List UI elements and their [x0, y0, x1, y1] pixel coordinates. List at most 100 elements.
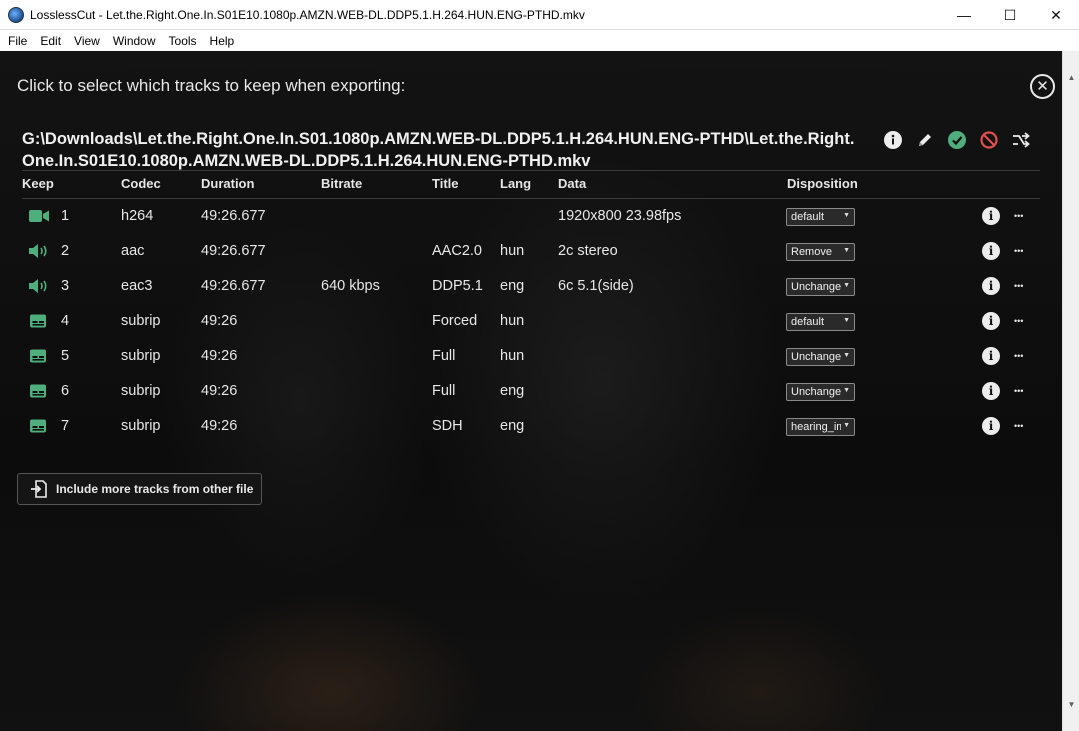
- track-info-icon[interactable]: i: [982, 277, 1000, 295]
- menu-window[interactable]: Window: [105, 34, 161, 48]
- subtitles-icon[interactable]: [28, 348, 50, 364]
- track-codec: aac: [121, 243, 145, 259]
- scroll-up-arrow-icon[interactable]: ▲: [1063, 69, 1079, 86]
- track-title: Full: [432, 383, 456, 399]
- window-controls: — ☐ ✕: [941, 0, 1079, 30]
- column-title: Title: [432, 176, 459, 191]
- video-camera-icon[interactable]: [28, 208, 50, 224]
- more-options-icon[interactable]: •••: [1014, 421, 1023, 431]
- chevron-down-icon: ▼: [843, 387, 850, 394]
- track-row[interactable]: 1 h264 49:26.677 1920x800 23.98fps default ▼ i…: [0, 199, 1062, 234]
- column-data: Data: [558, 176, 587, 191]
- track-lang: eng: [500, 278, 525, 294]
- track-info-icon[interactable]: i: [982, 347, 1000, 365]
- info-icon[interactable]: [884, 131, 902, 149]
- track-number: 3: [61, 278, 70, 294]
- menu-tools[interactable]: Tools: [161, 34, 202, 48]
- speaker-icon[interactable]: [28, 243, 50, 259]
- more-options-icon[interactable]: •••: [1014, 351, 1023, 361]
- disposition-select[interactable]: Remove ▼: [786, 243, 855, 261]
- subtitles-icon[interactable]: [28, 418, 50, 434]
- column-codec: Codec: [121, 176, 161, 191]
- track-info-icon[interactable]: i: [982, 312, 1000, 330]
- speaker-icon[interactable]: [28, 278, 50, 294]
- more-options-icon[interactable]: •••: [1014, 386, 1023, 396]
- disposition-value: Unchanged: [791, 281, 841, 293]
- column-duration: Duration: [201, 176, 255, 191]
- track-title: AAC2.0: [432, 243, 482, 259]
- menu-view[interactable]: View: [66, 34, 105, 48]
- close-window-button[interactable]: ✕: [1033, 0, 1079, 30]
- track-row[interactable]: 4 subrip 49:26 Forced hun default ▼ i •••: [0, 304, 1062, 339]
- edit-pencil-icon[interactable]: [916, 131, 934, 149]
- chevron-down-icon: ▼: [843, 212, 850, 219]
- menu-file[interactable]: File: [0, 34, 32, 48]
- track-number: 6: [61, 383, 70, 399]
- minimize-button[interactable]: —: [941, 0, 987, 30]
- file-actions: [884, 131, 1030, 149]
- more-options-icon[interactable]: •••: [1014, 316, 1023, 326]
- track-lang: hun: [500, 348, 525, 364]
- track-info-icon[interactable]: i: [982, 382, 1000, 400]
- track-row[interactable]: 7 subrip 49:26 SDH eng hearing_impaired▼ i •••: [0, 409, 1062, 444]
- track-row[interactable]: 5 subrip 49:26 Full hun Unchanged▼ i •••: [0, 339, 1062, 374]
- track-codec: subrip: [121, 348, 161, 364]
- chevron-down-icon: ▼: [843, 422, 850, 429]
- window-title: LosslessCut - Let.the.Right.One.In.S01E1…: [30, 7, 585, 22]
- track-duration: 49:26: [201, 313, 238, 329]
- track-lang: eng: [500, 383, 525, 399]
- disposition-select[interactable]: Unchanged▼: [786, 348, 855, 366]
- more-options-icon[interactable]: •••: [1014, 246, 1023, 256]
- track-duration: 49:26.677: [201, 243, 266, 259]
- track-row[interactable]: 2 aac 49:26.677 AAC2.0 hun 2c stereo Remove ▼ i •…: [0, 234, 1062, 269]
- track-duration: 49:26.677: [201, 208, 266, 224]
- scroll-down-arrow-icon[interactable]: ▼: [1063, 696, 1079, 713]
- menu-help[interactable]: Help: [202, 34, 240, 48]
- track-row[interactable]: 6 subrip 49:26 Full eng Unchanged▼ i •••: [0, 374, 1062, 409]
- track-codec: eac3: [121, 278, 153, 294]
- subtitles-icon[interactable]: [28, 383, 50, 399]
- disposition-select[interactable]: default ▼: [786, 313, 855, 331]
- column-bitrate: Bitrate: [321, 176, 363, 191]
- track-data: 2c stereo: [558, 243, 618, 259]
- track-codec: h264: [121, 208, 154, 224]
- include-more-tracks-button[interactable]: Include more tracks from other file: [17, 473, 262, 505]
- disposition-select[interactable]: hearing_impaired▼: [786, 418, 855, 436]
- menu-edit[interactable]: Edit: [32, 34, 66, 48]
- track-duration: 49:26.677: [201, 278, 266, 294]
- disposition-select[interactable]: default ▼: [786, 208, 855, 226]
- chevron-down-icon: ▼: [843, 247, 850, 254]
- track-duration: 49:26: [201, 383, 238, 399]
- header-divider-top: [22, 170, 1040, 171]
- track-title: Full: [432, 348, 456, 364]
- track-info-icon[interactable]: i: [982, 417, 1000, 435]
- close-dialog-button[interactable]: ✕: [1030, 74, 1055, 99]
- track-info-icon[interactable]: i: [982, 207, 1000, 225]
- file-path: G:\Downloads\Let.the.Right.One.In.S01.10…: [22, 130, 855, 170]
- track-row[interactable]: 3 eac3 49:26.677 640 kbps DDP5.1 eng 6c 5.1(si…: [0, 269, 1062, 304]
- disposition-value: Remove: [791, 246, 832, 258]
- disposition-value: Unchanged: [791, 386, 841, 398]
- disposition-value: default: [791, 211, 825, 223]
- track-codec: subrip: [121, 313, 161, 329]
- chevron-down-icon: ▼: [843, 282, 850, 289]
- check-circle-icon[interactable]: [948, 131, 966, 149]
- more-options-icon[interactable]: •••: [1014, 281, 1023, 291]
- track-data: 1920x800 23.98fps: [558, 208, 682, 224]
- track-title: DDP5.1: [432, 278, 483, 294]
- vertical-scrollbar[interactable]: ▲ ▼: [1062, 51, 1079, 731]
- column-lang: Lang: [500, 176, 532, 191]
- track-info-icon[interactable]: i: [982, 242, 1000, 260]
- maximize-button[interactable]: ☐: [987, 0, 1033, 30]
- disposition-select[interactable]: Unchanged▼: [786, 278, 855, 296]
- shuffle-icon[interactable]: [1012, 131, 1030, 149]
- more-options-icon[interactable]: •••: [1014, 211, 1023, 221]
- include-more-tracks-label: Include more tracks from other file: [56, 482, 254, 496]
- subtitles-icon[interactable]: [28, 313, 50, 329]
- track-number: 1: [61, 208, 70, 224]
- track-number: 7: [61, 418, 70, 434]
- ban-icon[interactable]: [980, 131, 998, 149]
- disposition-select[interactable]: Unchanged▼: [786, 383, 855, 401]
- disposition-value: Unchanged: [791, 351, 841, 363]
- column-disposition: Disposition: [787, 176, 858, 191]
